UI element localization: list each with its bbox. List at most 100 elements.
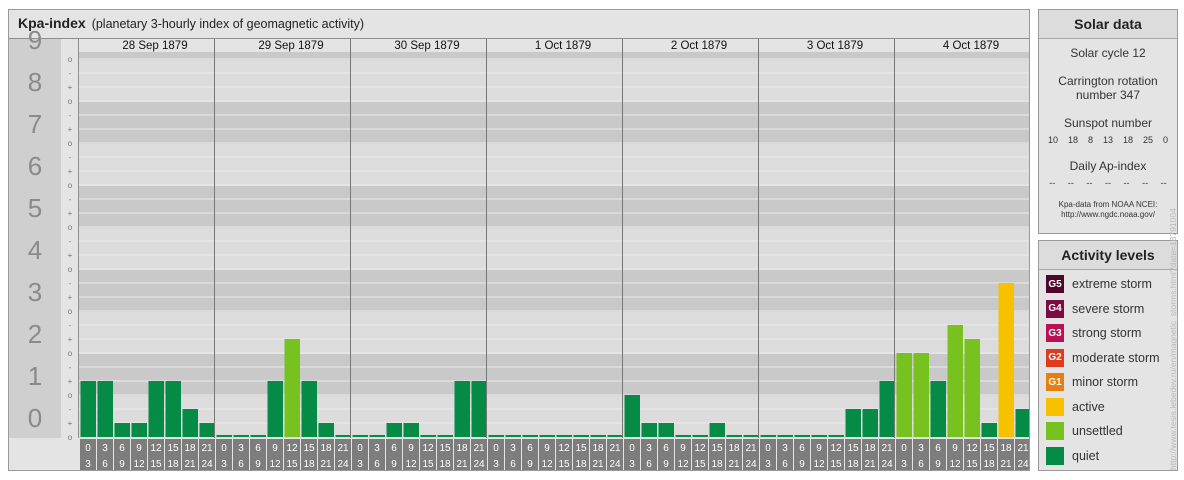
hour-label: 21 bbox=[184, 459, 196, 470]
hour-label: 18 bbox=[575, 459, 587, 470]
hour-label: 9 bbox=[952, 443, 958, 454]
hour-label: 15 bbox=[558, 459, 570, 470]
sunspot-value: 8 bbox=[1087, 135, 1093, 145]
legend-item-unsettled: unsettled bbox=[1039, 419, 1177, 444]
hour-label: 6 bbox=[102, 459, 108, 470]
hour-label: 24 bbox=[473, 459, 485, 470]
kp-bar bbox=[709, 423, 725, 437]
hour-label: 21 bbox=[1000, 459, 1012, 470]
hour-label: 18 bbox=[1000, 443, 1012, 454]
kp-bar bbox=[607, 435, 623, 437]
legend-item-active: active bbox=[1039, 395, 1177, 420]
legend-swatch: G2 bbox=[1046, 348, 1064, 367]
hour-label: 15 bbox=[150, 459, 162, 470]
kp-bar bbox=[471, 381, 487, 437]
hour-label: 18 bbox=[439, 459, 451, 470]
hour-label: 18 bbox=[728, 443, 740, 454]
sunspot-value: 13 bbox=[1102, 135, 1113, 145]
hour-label: 9 bbox=[408, 443, 414, 454]
kp-bar bbox=[216, 435, 232, 437]
kp-level-band bbox=[79, 312, 1029, 354]
hour-label: 6 bbox=[238, 459, 244, 470]
hour-label: 9 bbox=[136, 443, 142, 454]
day-label: 1 Oct 1879 bbox=[535, 40, 591, 52]
hour-label: 18 bbox=[847, 459, 859, 470]
y-tick-label: 3 bbox=[28, 277, 42, 307]
y-minor-mark: o bbox=[68, 139, 73, 148]
kp-bar bbox=[437, 435, 453, 437]
kp-bar bbox=[199, 423, 215, 437]
hour-label: 15 bbox=[439, 443, 451, 454]
kp-bar bbox=[675, 435, 691, 437]
kp-bar bbox=[369, 435, 385, 437]
kp-level-band bbox=[79, 186, 1029, 228]
kp-bar bbox=[556, 435, 572, 437]
hour-label: 12 bbox=[422, 443, 434, 454]
hour-label: 15 bbox=[286, 459, 298, 470]
solar-data-heading: Solar data bbox=[1039, 10, 1177, 39]
y-tick-label: 9 bbox=[28, 25, 42, 55]
legend-label: severe storm bbox=[1072, 301, 1145, 316]
hour-label: 3 bbox=[629, 459, 635, 470]
hour-label: 0 bbox=[629, 443, 635, 454]
kp-bar bbox=[505, 435, 521, 437]
kp-bar bbox=[743, 435, 759, 437]
y-tick-label: 8 bbox=[28, 67, 42, 97]
credit-link[interactable]: http://www.ngdc.noaa.gov/ bbox=[1039, 210, 1177, 220]
hour-label: 21 bbox=[337, 443, 349, 454]
kp-bar bbox=[97, 381, 113, 437]
hour-label: 18 bbox=[711, 459, 723, 470]
kp-bar-chart: 0123456789o+o+-o+-o+-o+-o+-o+-o+-o+-o-28… bbox=[9, 25, 1029, 470]
hour-label: 9 bbox=[935, 459, 941, 470]
hour-label: 21 bbox=[609, 443, 621, 454]
hour-label: 0 bbox=[85, 443, 91, 454]
y-tick-label: 4 bbox=[28, 235, 42, 265]
y-tick-label: 5 bbox=[28, 193, 42, 223]
y-minor-mark: + bbox=[68, 167, 73, 176]
hour-label: 15 bbox=[983, 443, 995, 454]
y-minor-mark: + bbox=[68, 419, 73, 428]
kp-bar bbox=[352, 435, 368, 437]
hour-label: 6 bbox=[391, 443, 397, 454]
activity-levels-heading: Activity levels bbox=[1039, 241, 1177, 270]
y-minor-mark: - bbox=[69, 363, 72, 372]
hour-label: 12 bbox=[558, 443, 570, 454]
hour-label: 9 bbox=[527, 459, 533, 470]
kp-level-band bbox=[79, 228, 1029, 270]
hour-label: 3 bbox=[238, 443, 244, 454]
hour-label: 3 bbox=[374, 443, 380, 454]
sunspot-heading: Sunspot number bbox=[1063, 116, 1153, 130]
ap-value: -- bbox=[1142, 178, 1149, 188]
legend-swatch bbox=[1046, 422, 1064, 441]
hour-label: 0 bbox=[493, 443, 499, 454]
hour-label: 6 bbox=[646, 459, 652, 470]
y-minor-mark: o bbox=[68, 55, 73, 64]
hour-label: 9 bbox=[816, 443, 822, 454]
kp-level-band bbox=[79, 102, 1029, 144]
y-minor-mark: o bbox=[68, 433, 73, 442]
solar-data-panel: Solar data Solar cycle 12 Carrington rot… bbox=[1038, 9, 1178, 234]
kp-bar bbox=[284, 339, 300, 437]
legend-label: quiet bbox=[1072, 448, 1100, 463]
day-label: 28 Sep 1879 bbox=[122, 40, 187, 52]
hour-label: 21 bbox=[728, 459, 740, 470]
hour-label: 0 bbox=[221, 443, 227, 454]
kp-chart-panel: Kpa-index (planetary 3-hourly index of ge… bbox=[8, 9, 1030, 471]
legend-label: extreme storm bbox=[1072, 277, 1152, 292]
hour-label: 9 bbox=[544, 443, 550, 454]
hour-label: 18 bbox=[184, 443, 196, 454]
side-url: http://www.tesis.lebedev.ru/en/magnetic_… bbox=[1168, 208, 1178, 470]
hour-label: 3 bbox=[85, 459, 91, 470]
ap-value: -- bbox=[1104, 178, 1111, 188]
hour-label: 21 bbox=[881, 443, 893, 454]
hour-label: 21 bbox=[864, 459, 876, 470]
ap-value: -- bbox=[1160, 178, 1167, 188]
activity-legend: G5 extreme storm G4 severe storm G3 strong st… bbox=[1039, 270, 1177, 468]
kp-bar bbox=[981, 423, 997, 437]
hour-label: 15 bbox=[966, 459, 978, 470]
data-credit: Kpa-data from NOAA NCEI: http://www.ngdc… bbox=[1039, 200, 1177, 220]
hour-label: 6 bbox=[782, 459, 788, 470]
hour-label: 12 bbox=[966, 443, 978, 454]
hour-label: 24 bbox=[1017, 459, 1029, 470]
kp-bar bbox=[624, 395, 640, 437]
